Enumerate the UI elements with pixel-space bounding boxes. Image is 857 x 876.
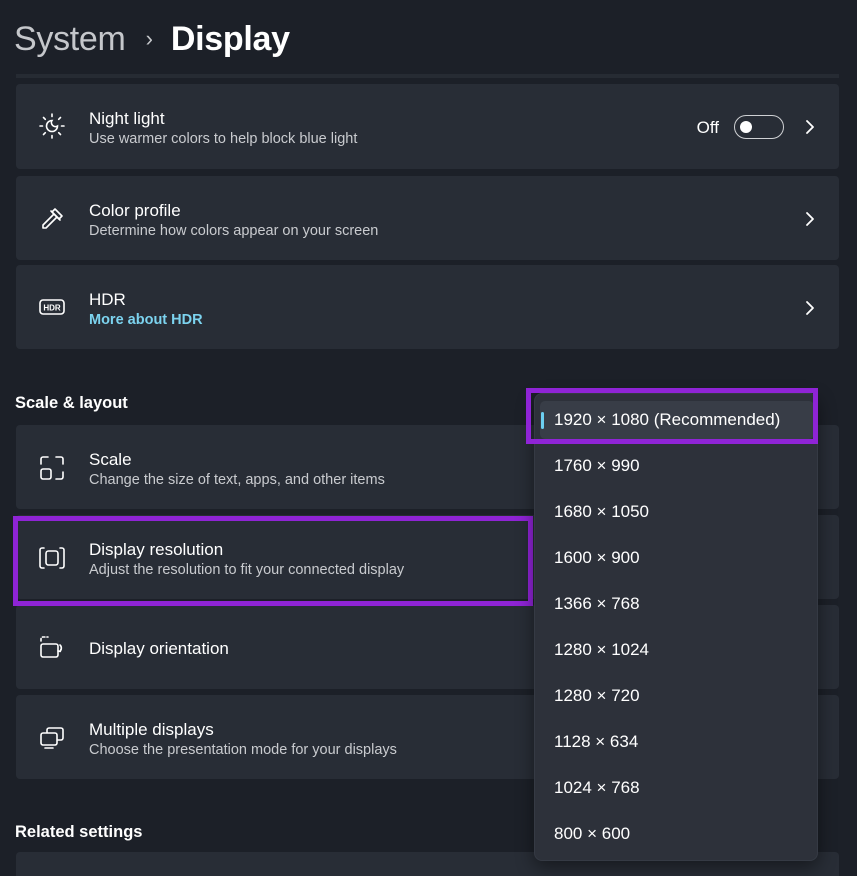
- eyedropper-icon: [38, 205, 66, 233]
- color-profile-card[interactable]: Color profile Determine how colors appea…: [16, 176, 839, 260]
- resolution-dropdown[interactable]: 1920 × 1080 (Recommended) 1760 × 990 168…: [534, 393, 818, 861]
- resolution-option[interactable]: 1024 × 768: [535, 765, 817, 811]
- breadcrumb-separator: ›: [145, 26, 153, 51]
- chevron-right-icon: [803, 299, 817, 317]
- resolution-option[interactable]: 1366 × 768: [535, 581, 817, 627]
- resolution-option-label: 800 × 600: [554, 824, 631, 843]
- svg-text:HDR: HDR: [43, 304, 61, 313]
- resolution-icon: [38, 544, 66, 572]
- more-about-hdr-link[interactable]: More about HDR: [89, 311, 203, 330]
- color-profile-title: Color profile: [89, 201, 181, 220]
- display-resolution-subtitle: Adjust the resolution to fit your connec…: [89, 562, 405, 578]
- night-light-card[interactable]: Night light Use warmer colors to help bl…: [16, 84, 839, 169]
- resolution-option[interactable]: 1280 × 720: [535, 673, 817, 719]
- orientation-icon: [38, 634, 66, 662]
- night-light-subtitle: Use warmer colors to help block blue lig…: [89, 131, 358, 147]
- chevron-right-icon: [803, 210, 817, 228]
- display-orientation-title: Display orientation: [89, 639, 229, 658]
- breadcrumb-system[interactable]: System: [14, 20, 126, 59]
- hdr-title: HDR: [89, 290, 126, 309]
- page-title: Display: [170, 19, 290, 58]
- multiple-displays-title: Multiple displays: [89, 720, 214, 739]
- resolution-option[interactable]: 800 × 600: [535, 811, 817, 857]
- sun-icon: [38, 112, 66, 140]
- hdr-card[interactable]: HDR HDR More about HDR: [16, 265, 839, 349]
- color-profile-subtitle: Determine how colors appear on your scre…: [89, 223, 379, 239]
- multiple-displays-subtitle: Choose the presentation mode for your di…: [89, 742, 397, 758]
- resolution-option-label: 1760 × 990: [554, 456, 640, 475]
- resolution-option-label: 1128 × 634: [554, 732, 639, 751]
- resolution-option-label: 1920 × 1080 (Recommended): [554, 410, 781, 429]
- resolution-option[interactable]: 1680 × 1050: [535, 489, 817, 535]
- section-related-settings: Related settings: [15, 823, 143, 841]
- multiple-displays-icon: [38, 724, 66, 752]
- scale-title: Scale: [89, 450, 132, 469]
- breadcrumb: System › Display: [14, 14, 290, 64]
- chevron-right-icon: [803, 118, 817, 136]
- scale-icon: [38, 454, 66, 482]
- resolution-option[interactable]: 1760 × 990: [535, 443, 817, 489]
- section-scale-layout: Scale & layout: [15, 394, 128, 412]
- resolution-option-label: 1280 × 720: [554, 686, 640, 705]
- resolution-option-label: 1024 × 768: [554, 778, 640, 797]
- scale-subtitle: Change the size of text, apps, and other…: [89, 472, 385, 488]
- resolution-option[interactable]: 1600 × 900: [535, 535, 817, 581]
- resolution-option-label: 1680 × 1050: [554, 502, 650, 521]
- resolution-option-label: 1366 × 768: [554, 594, 640, 613]
- selection-indicator: [541, 412, 544, 429]
- night-light-state: Off: [696, 118, 719, 137]
- toggle-knob: [740, 121, 752, 133]
- night-light-title: Night light: [89, 109, 165, 128]
- resolution-option-selected[interactable]: 1920 × 1080 (Recommended): [535, 397, 817, 443]
- resolution-option[interactable]: 1280 × 1024: [535, 627, 817, 673]
- night-light-toggle[interactable]: [734, 115, 784, 139]
- resolution-option-label: 1280 × 1024: [554, 640, 650, 659]
- resolution-option[interactable]: 1128 × 634: [535, 719, 817, 765]
- resolution-option-label: 1600 × 900: [554, 548, 640, 567]
- hdr-icon: HDR: [38, 293, 66, 321]
- scrolled-card-edge: [16, 74, 839, 78]
- display-resolution-title: Display resolution: [89, 540, 224, 559]
